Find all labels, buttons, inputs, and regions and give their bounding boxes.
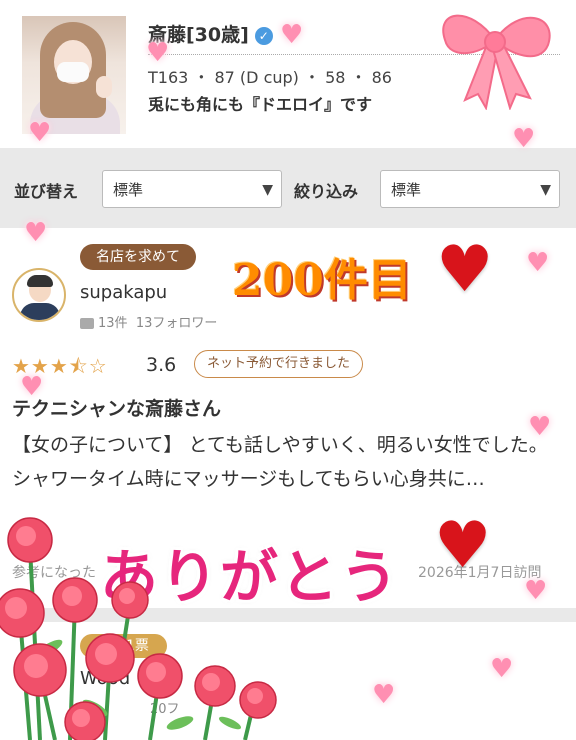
booking-method-pill: ネット予約で行きました (194, 350, 364, 378)
avatar[interactable] (12, 268, 66, 322)
milestone-count-text: 200件目 (232, 255, 412, 306)
profile-name-row: 斎藤[30歳] ✓ (148, 20, 273, 47)
sort-label: 並び替え (14, 182, 79, 201)
filter-bar: 並び替え 標準 ▼ 絞り込み 標準 ▼ (0, 148, 576, 228)
review-card-next: 清き1票 Wood 20フ (0, 622, 576, 740)
chevron-down-icon: ▼ (262, 182, 273, 198)
profile-stats: T163 ・ 87 (D cup) ・ 58 ・ 86 (148, 68, 392, 87)
profile-name[interactable]: 斎藤[30歳] (148, 24, 249, 46)
review-title[interactable]: テクニシャンな斎藤さん (12, 394, 221, 421)
helpful-button[interactable]: 参考になった (12, 562, 96, 582)
profile-header: 斎藤[30歳] ✓ T163 ・ 87 (D cup) ・ 58 ・ 86 兎にも… (0, 0, 576, 148)
reviewer-meta: 13件 13フォロワー (80, 312, 217, 331)
reviewer-username[interactable]: Wood (80, 668, 130, 689)
sort-select-value: 標準 (113, 181, 144, 199)
reviewer-username[interactable]: supakapu (80, 282, 167, 303)
sort-select[interactable]: 標準 ▼ (102, 170, 282, 208)
reviewer-rank-badge: 清き1票 (80, 634, 167, 658)
review-count: 13件 (98, 316, 128, 331)
star-rating: ★★★⯪☆ (12, 354, 108, 378)
verified-badge-icon: ✓ (254, 26, 273, 45)
chevron-down-icon: ▼ (540, 182, 551, 198)
follower-count[interactable]: 13フォロワー (136, 316, 218, 331)
filter-select-value: 標準 (391, 181, 422, 199)
reviewer-rank-badge: 名店を求めて (80, 244, 196, 270)
filter-label: 絞り込み (294, 182, 359, 201)
profile-catchphrase: 兎にも角にも『ドエロイ』です (148, 95, 373, 114)
review-body[interactable]: 【女の子について】 とても話しやすいく、明るい女性でした。 シャワータイム時にマ… (12, 428, 564, 496)
profile-photo[interactable] (22, 16, 126, 134)
rating-score: 3.6 (146, 354, 177, 376)
comment-icon (80, 318, 94, 329)
filter-select[interactable]: 標準 ▼ (380, 170, 560, 208)
visit-date: 2026年1月7日訪問 (418, 565, 542, 581)
thanks-text: ありがとう (100, 543, 401, 611)
ribbon-bow-decoration (442, 14, 551, 110)
reviewer-meta: 20フ (150, 702, 180, 717)
